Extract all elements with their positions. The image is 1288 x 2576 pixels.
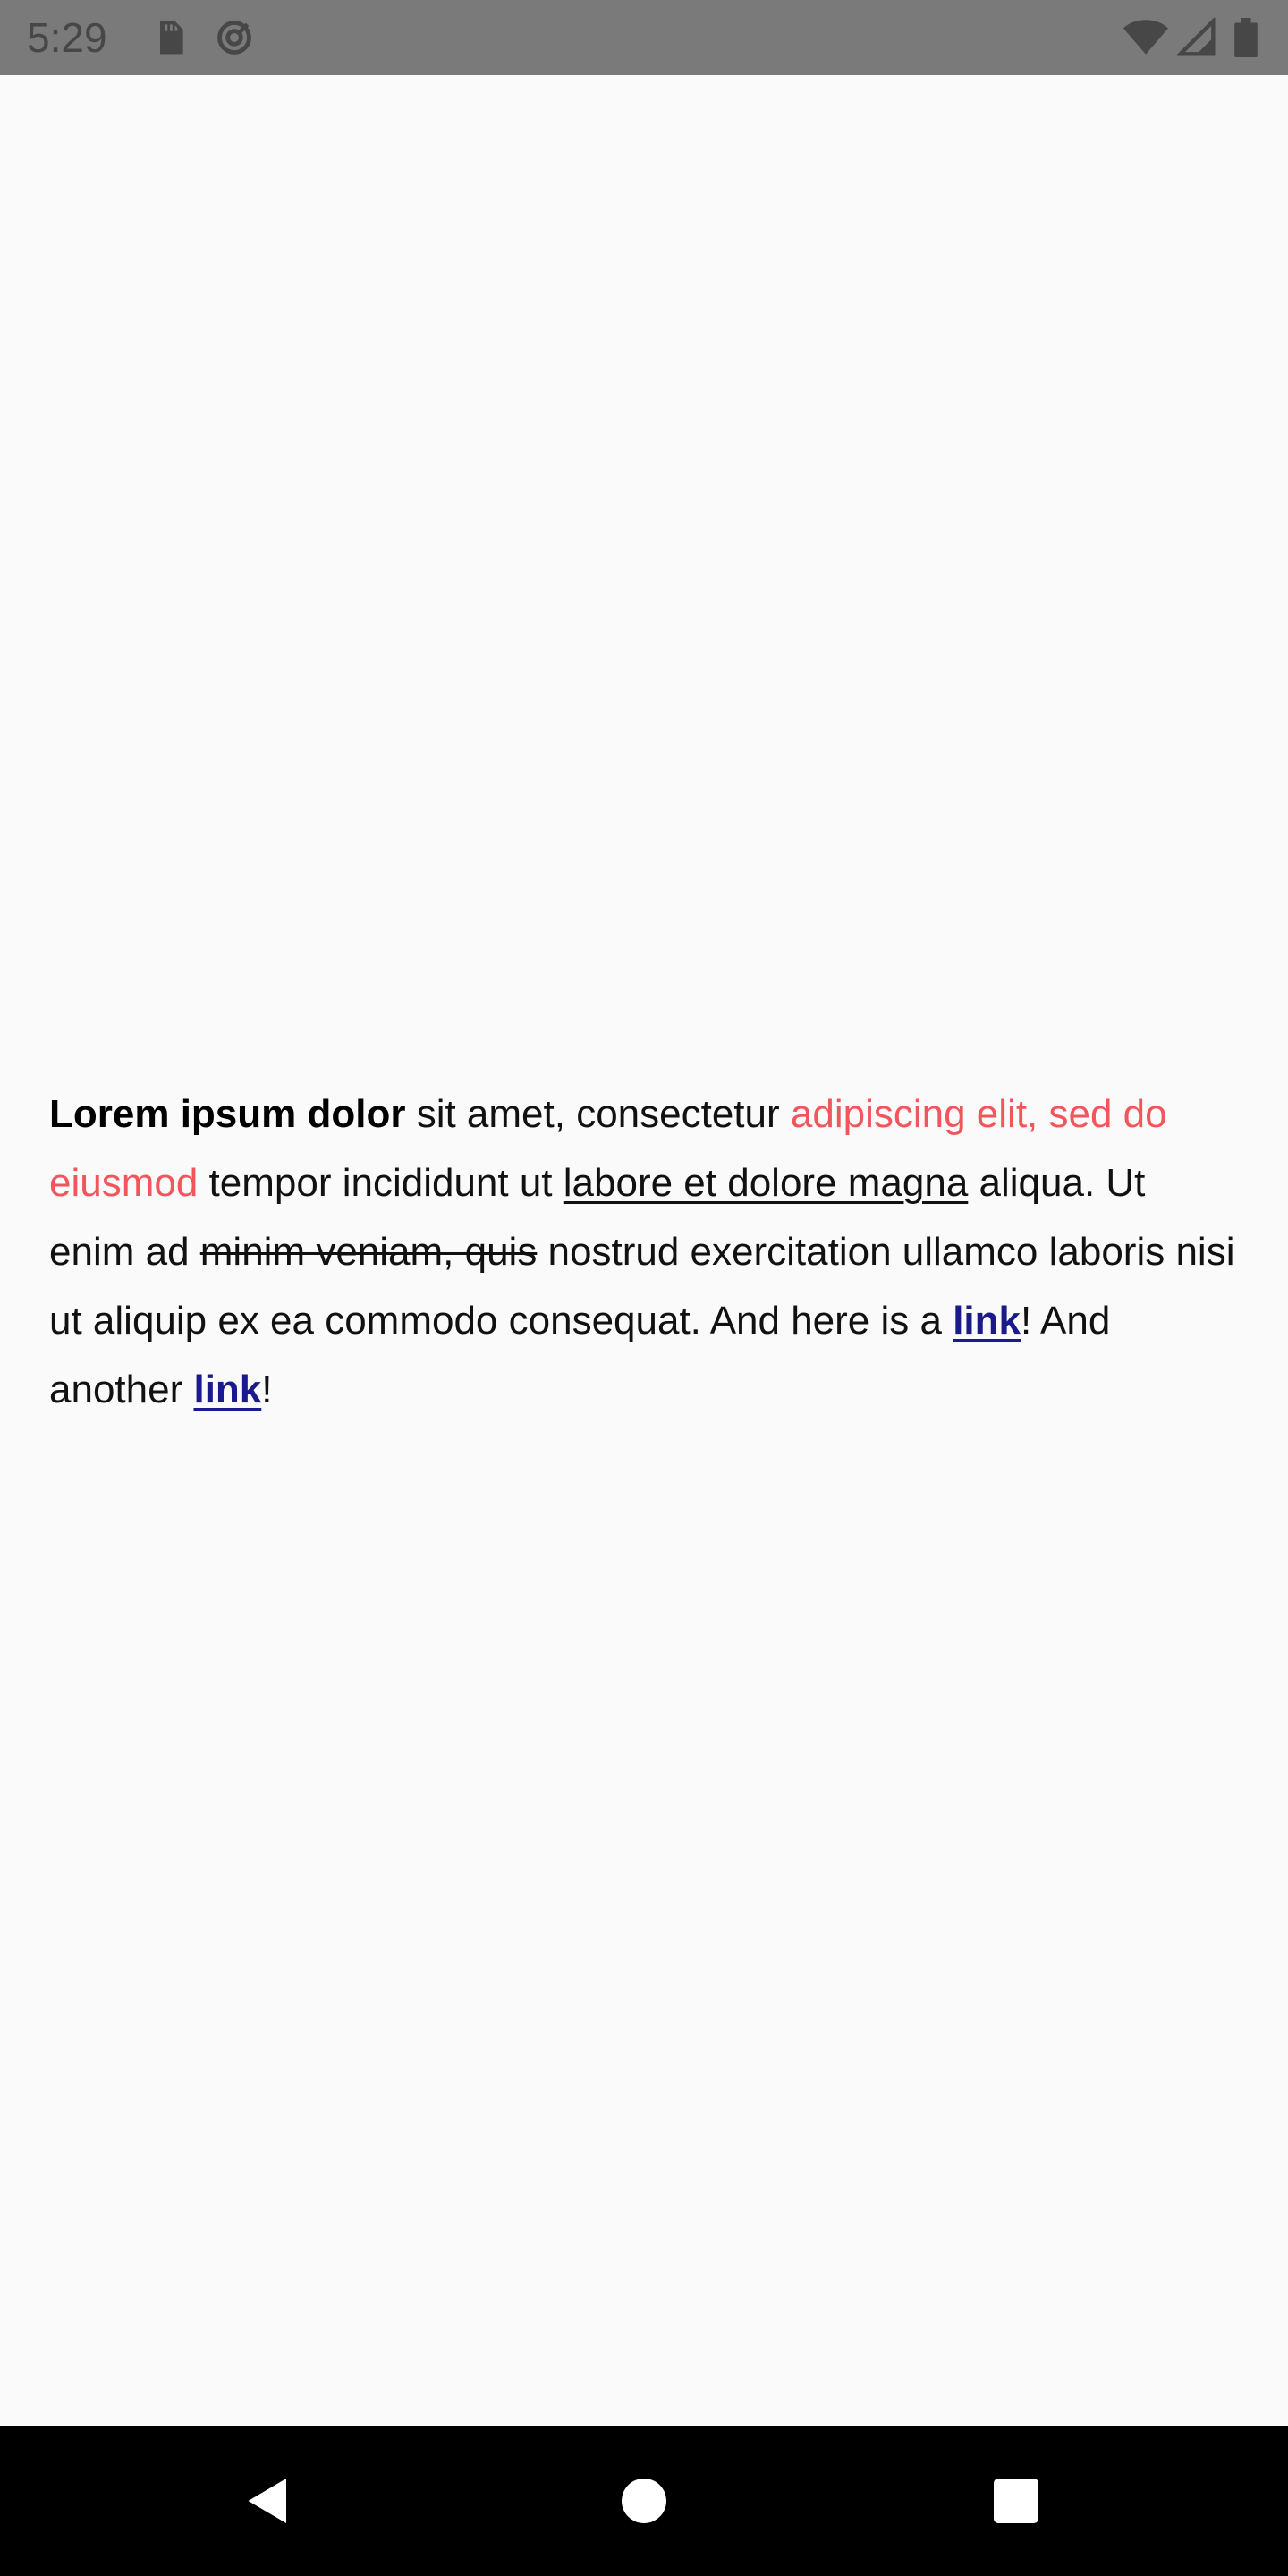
navigation-bar (0, 2426, 1288, 2576)
underlined-text: labore et dolore magna (563, 1161, 969, 1205)
plain-text-1: sit amet, consectetur (405, 1092, 791, 1136)
wifi-icon (1123, 20, 1168, 55)
sd-card-icon (160, 21, 183, 55)
strikethrough-text: minim veniam, quis (199, 1230, 538, 1274)
recents-icon[interactable] (989, 2474, 1043, 2528)
signal-icon (1177, 18, 1216, 56)
plain-text-6: ! (261, 1368, 273, 1411)
link-1[interactable]: link (953, 1299, 1021, 1343)
status-bar: 5:29 (0, 0, 1288, 75)
battery-icon (1234, 18, 1258, 57)
screen: 5:29 Lorem ipsum dolor sit amet, consect… (0, 0, 1288, 2576)
link-2[interactable]: link (193, 1368, 261, 1411)
rich-text-paragraph: Lorem ipsum dolor sit amet, consectetur … (49, 1080, 1239, 1424)
back-icon[interactable] (242, 2474, 295, 2528)
bold-text: Lorem ipsum dolor (49, 1092, 406, 1136)
sync-icon (217, 21, 251, 55)
status-time: 5:29 (27, 14, 107, 61)
plain-text-2: tempor incididunt ut (198, 1161, 564, 1205)
home-icon[interactable] (617, 2474, 671, 2528)
